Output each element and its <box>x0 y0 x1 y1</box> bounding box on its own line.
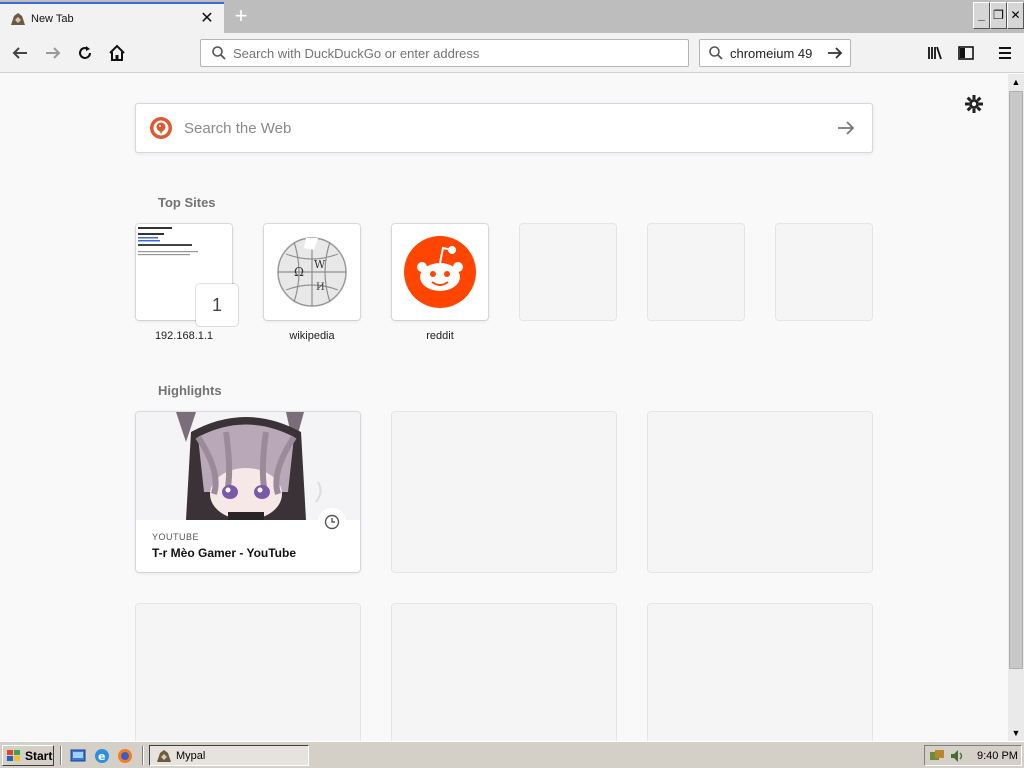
search-go-arrow-icon[interactable] <box>826 44 844 62</box>
navigation-toolbar: Search with DuckDuckGo or enter address … <box>0 33 1024 73</box>
scroll-down-arrow-icon[interactable]: ▼ <box>1008 725 1024 741</box>
search-submit-arrow-icon[interactable] <box>836 118 856 138</box>
address-bar-placeholder: Search with DuckDuckGo or enter address <box>233 45 480 61</box>
tab-close-icon[interactable]: ✕ <box>200 10 214 26</box>
show-desktop-icon[interactable] <box>69 747 87 765</box>
search-bar-value: chromeium 49 <box>730 45 813 61</box>
taskbar-button-mypal[interactable]: Mypal <box>149 745 309 766</box>
search-bar[interactable]: chromeium 49 <box>699 39 851 67</box>
home-icon <box>109 44 125 61</box>
internet-explorer-icon[interactable]: e <box>93 747 111 765</box>
window-controls: _ ❐ ✕ <box>973 2 1024 29</box>
highlight-source: YOUTUBE <box>152 532 200 542</box>
firefox-icon[interactable] <box>116 747 134 765</box>
top-site-label: wikipedia <box>289 330 335 342</box>
windows-taskbar: Start e Mypal 9:40 PM <box>0 741 1024 768</box>
svg-text:e: e <box>98 750 105 763</box>
close-window-button[interactable]: ✕ <box>1007 2 1024 29</box>
highlight-thumbnail <box>136 412 360 520</box>
svg-text:И: И <box>316 282 325 293</box>
menu-button[interactable] <box>992 40 1018 66</box>
top-site-reddit[interactable] <box>392 224 488 320</box>
address-bar[interactable]: Search with DuckDuckGo or enter address <box>200 39 689 67</box>
highlight-title: T-r Mèo Gamer - YouTube <box>152 546 297 560</box>
reload-button[interactable] <box>72 40 98 66</box>
volume-tray-icon[interactable] <box>949 748 965 764</box>
top-sites-heading: Top Sites <box>158 195 216 210</box>
forward-arrow-icon <box>46 47 61 59</box>
restore-button[interactable]: ❐ <box>990 2 1007 29</box>
gear-icon[interactable] <box>964 94 984 114</box>
top-site-label: reddit <box>426 330 454 342</box>
start-button[interactable]: Start <box>2 745 54 766</box>
sidebar-button[interactable] <box>953 40 979 66</box>
duckduckgo-logo-icon <box>150 117 172 139</box>
highlights-heading: Highlights <box>158 383 222 398</box>
wikipedia-globe-icon: Ω W И <box>277 237 347 307</box>
clock-icon <box>318 508 346 536</box>
network-tray-icon[interactable] <box>929 748 945 764</box>
library-icon <box>928 46 942 60</box>
taskbar-separator <box>142 746 144 765</box>
new-tab-button[interactable]: + <box>230 4 252 28</box>
reload-icon <box>79 46 91 59</box>
search-icon <box>212 46 226 60</box>
library-button[interactable] <box>922 40 948 66</box>
highlight-card-youtube[interactable]: YOUTUBE T-r Mèo Gamer - YouTube <box>136 412 360 572</box>
windows-logo-icon <box>7 749 20 761</box>
top-site-empty[interactable] <box>776 224 872 320</box>
reddit-logo-icon <box>404 236 476 308</box>
minimize-button[interactable]: _ <box>973 2 990 29</box>
search-icon <box>709 46 723 60</box>
title-bar: New Tab ✕ + _ ❐ ✕ <box>0 0 1024 33</box>
home-button[interactable] <box>104 40 130 66</box>
top-site-wikipedia[interactable]: Ω W И <box>264 224 360 320</box>
highlight-placeholder <box>648 604 872 741</box>
mypal-icon <box>157 749 171 762</box>
hamburger-menu-icon <box>999 47 1011 59</box>
anime-cat-girl-thumbnail <box>136 412 360 520</box>
top-site-empty[interactable] <box>520 224 616 320</box>
highlight-placeholder <box>392 412 616 572</box>
scrollbar-thumb[interactable] <box>1009 91 1023 669</box>
taskbar-clock: 9:40 PM <box>977 749 1018 762</box>
sidebar-icon <box>958 46 974 60</box>
back-button[interactable] <box>7 40 33 66</box>
forward-button[interactable] <box>40 40 66 66</box>
vertical-scrollbar[interactable]: ▲ ▼ <box>1008 74 1024 741</box>
top-site-empty[interactable] <box>648 224 744 320</box>
mypal-favicon-icon <box>11 12 25 25</box>
highlight-placeholder <box>648 412 872 572</box>
tab-title: New Tab <box>31 12 74 25</box>
new-tab-page: Search the Web Top Sites 1 192.168.1.1 Ω… <box>0 74 1008 741</box>
highlight-placeholder <box>392 604 616 741</box>
back-arrow-icon <box>12 47 27 59</box>
web-search-placeholder: Search the Web <box>184 119 292 137</box>
web-search-box[interactable]: Search the Web <box>135 103 873 153</box>
tab-new-tab[interactable]: New Tab ✕ <box>0 2 224 33</box>
svg-text:Ω: Ω <box>294 265 304 279</box>
start-label: Start <box>25 748 53 763</box>
top-site-label: 192.168.1.1 <box>154 330 214 342</box>
pin-badge: 1 <box>196 284 238 326</box>
system-tray: 9:40 PM <box>924 745 1022 766</box>
taskbar-separator <box>60 746 62 765</box>
scroll-up-arrow-icon[interactable]: ▲ <box>1008 74 1024 90</box>
svg-text:W: W <box>314 258 326 271</box>
highlight-placeholder <box>136 604 360 741</box>
taskbar-button-label: Mypal <box>176 749 206 762</box>
